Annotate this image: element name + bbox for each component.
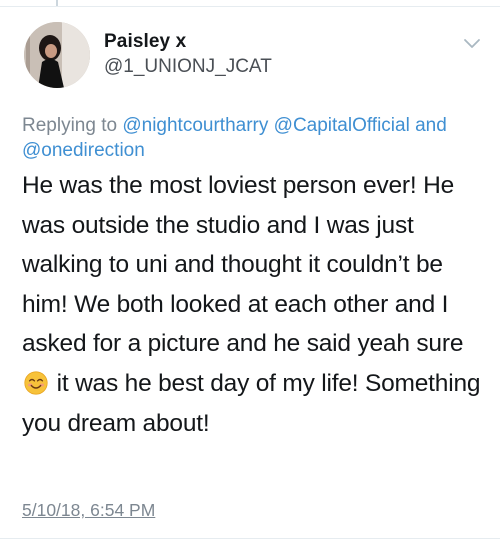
top-divider	[0, 6, 500, 7]
bottom-divider	[0, 538, 500, 539]
replying-to-line: Replying to @nightcourtharry @CapitalOff…	[22, 113, 482, 163]
tweet-timestamp[interactable]: 5/10/18, 6:54 PM	[22, 500, 155, 521]
mention-link[interactable]: @onedirection	[22, 140, 145, 161]
mention-link: and	[415, 115, 447, 136]
tweet-text-part: it was he best day of my life! Something…	[22, 369, 481, 437]
replying-to-label: Replying to	[22, 115, 118, 136]
tweet-card: Paisley x @1_UNIONJ_JCAT Replying to @ni…	[0, 0, 500, 541]
tweet-text: He was the most loviest person ever! He …	[22, 166, 482, 443]
chevron-down-icon[interactable]	[462, 36, 482, 50]
tweet-text-part: He was the most loviest person ever! He …	[22, 172, 464, 358]
user-handle[interactable]: @1_UNIONJ_JCAT	[104, 56, 272, 78]
display-name[interactable]: Paisley x	[104, 31, 186, 53]
avatar-image	[24, 22, 90, 88]
mention-link[interactable]: @CapitalOfficial	[274, 115, 410, 136]
avatar[interactable]	[24, 22, 90, 88]
mention-link[interactable]: @nightcourtharry	[122, 115, 268, 136]
smiling-face-icon	[24, 371, 48, 395]
